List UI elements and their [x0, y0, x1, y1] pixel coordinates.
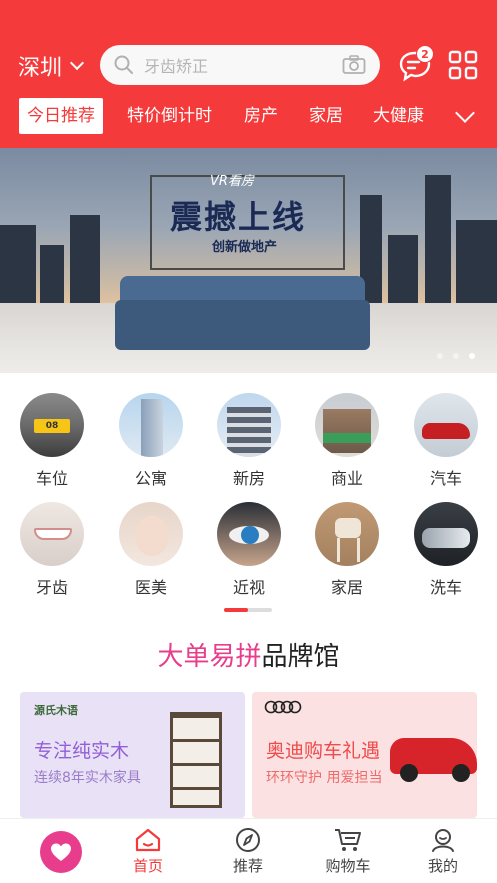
- tab-cart[interactable]: 购物车: [308, 819, 388, 876]
- brand-section-title: 大单易拼品牌馆: [0, 636, 497, 673]
- compass-icon: [236, 828, 260, 852]
- tabs-expand-chevron-icon[interactable]: [455, 103, 475, 123]
- chevron-down-icon: [69, 55, 85, 71]
- home-icon: [135, 828, 161, 852]
- pagination-dot[interactable]: [453, 353, 459, 359]
- skyline-building: [456, 220, 497, 305]
- brand-card-title: 奥迪购车礼遇: [266, 740, 381, 762]
- tab-health[interactable]: 大健康: [373, 98, 424, 134]
- category-label: 公寓: [134, 469, 167, 488]
- tab-countdown[interactable]: 特价倒计时: [127, 98, 212, 134]
- pagination-dot[interactable]: [437, 353, 443, 359]
- bookshelf-image: [170, 712, 222, 808]
- sofa: [115, 300, 370, 350]
- beauty-photo-icon: [119, 502, 183, 566]
- category-label: 家居: [330, 578, 363, 597]
- category-label: 近视: [232, 578, 265, 597]
- tab-label: 我的: [427, 857, 458, 875]
- skyline-building: [70, 215, 100, 305]
- city-label: 深圳: [18, 56, 63, 81]
- search-icon: [114, 55, 133, 74]
- category-label: 商业: [330, 469, 363, 488]
- tab-home[interactable]: 首页: [108, 819, 188, 876]
- tab-label: 推荐: [232, 857, 263, 875]
- category-label: 汽车: [429, 469, 462, 488]
- brand-card-title: 专注纯实木: [34, 740, 130, 762]
- tab-label: 首页: [132, 857, 163, 875]
- category-label: 车位: [35, 469, 68, 488]
- category-page-indicator: [224, 608, 272, 612]
- category-label: 新房: [232, 469, 265, 488]
- category-tabs: 今日推荐 特价倒计时 房产 家居 大健康: [0, 98, 497, 136]
- category-myopia[interactable]: 近视: [209, 502, 289, 598]
- category-apartment[interactable]: 公寓: [111, 393, 191, 489]
- new-house-photo-icon: [217, 393, 281, 457]
- top-header: 深圳 牙齿矫正 2 今日推荐 特价倒计时 房产 家居 大健康: [0, 0, 497, 148]
- message-badge: 2: [416, 45, 434, 63]
- audi-logo-icon: [264, 700, 302, 714]
- category-furniture[interactable]: 家居: [307, 502, 387, 598]
- category-car-wash[interactable]: 洗车: [406, 502, 486, 598]
- brand-card-subtitle: 环环守护 用爱担当: [266, 770, 383, 786]
- category-teeth[interactable]: 牙齿: [12, 502, 92, 598]
- brand-title-rest: 品牌馆: [261, 642, 340, 672]
- furniture-photo-icon: [315, 502, 379, 566]
- category-label: 医美: [134, 578, 167, 597]
- car-wheel: [400, 764, 418, 782]
- skyline-building: [425, 175, 451, 305]
- tab-home-furnishing[interactable]: 家居: [309, 98, 343, 134]
- tab-profile[interactable]: 我的: [403, 819, 483, 876]
- city-selector[interactable]: 深圳: [18, 50, 85, 82]
- brand-card-furniture[interactable]: 源氏木语 专注纯实木 连续8年实木家具: [20, 692, 245, 818]
- category-car[interactable]: 汽车: [406, 393, 486, 489]
- tab-label: 购物车: [325, 857, 371, 875]
- commercial-photo-icon: [315, 393, 379, 457]
- parking-spot-photo-icon: 08: [20, 393, 84, 457]
- category-label: 牙齿: [35, 578, 68, 597]
- cart-icon: [335, 829, 361, 851]
- heart-icon: [51, 843, 71, 861]
- banner-pagination: [437, 353, 475, 359]
- bottom-tab-bar: 首页 推荐 购物车 我的: [0, 818, 497, 883]
- category-parking[interactable]: 08 车位: [12, 393, 92, 489]
- tab-real-estate[interactable]: 房产: [244, 98, 278, 134]
- brand-title-highlight: 大单易拼: [157, 642, 262, 672]
- search-bar[interactable]: 牙齿矫正: [100, 45, 380, 85]
- skyline-building: [388, 235, 418, 305]
- apartment-photo-icon: [119, 393, 183, 457]
- banner-subtitle: 创新做地产: [212, 240, 278, 255]
- skyline-building: [0, 225, 36, 305]
- brand-card-subtitle: 连续8年实木家具: [34, 770, 141, 786]
- promo-banner[interactable]: VR看房 震撼上线 创新做地产: [0, 148, 497, 373]
- tab-recommend[interactable]: 推荐: [208, 819, 288, 876]
- category-label: 洗车: [429, 578, 462, 597]
- car-wheel: [452, 764, 470, 782]
- brand-card-audi[interactable]: 奥迪购车礼遇 环环守护 用爱担当: [252, 692, 477, 818]
- favorite-heart-button[interactable]: [40, 831, 82, 873]
- category-page-indicator-fill: [224, 608, 248, 612]
- teeth-photo-icon: [20, 502, 84, 566]
- camera-icon[interactable]: [342, 55, 366, 75]
- banner-title: 震撼上线: [170, 198, 307, 236]
- pagination-dot-active[interactable]: [469, 353, 475, 359]
- eye-photo-icon: [217, 502, 281, 566]
- car-photo-icon: [414, 393, 478, 457]
- tab-today-recommend[interactable]: 今日推荐: [19, 98, 103, 134]
- category-beauty[interactable]: 医美: [111, 502, 191, 598]
- banner-tag: VR看房: [210, 174, 254, 189]
- search-placeholder: 牙齿矫正: [144, 57, 209, 76]
- category-grid-icon[interactable]: [448, 50, 478, 80]
- category-new-house[interactable]: 新房: [209, 393, 289, 489]
- car-wash-photo-icon: [414, 502, 478, 566]
- category-commercial[interactable]: 商业: [307, 393, 387, 489]
- skyline-building: [40, 245, 64, 305]
- brand-logo: 源氏木语: [34, 704, 78, 717]
- user-icon: [432, 829, 454, 852]
